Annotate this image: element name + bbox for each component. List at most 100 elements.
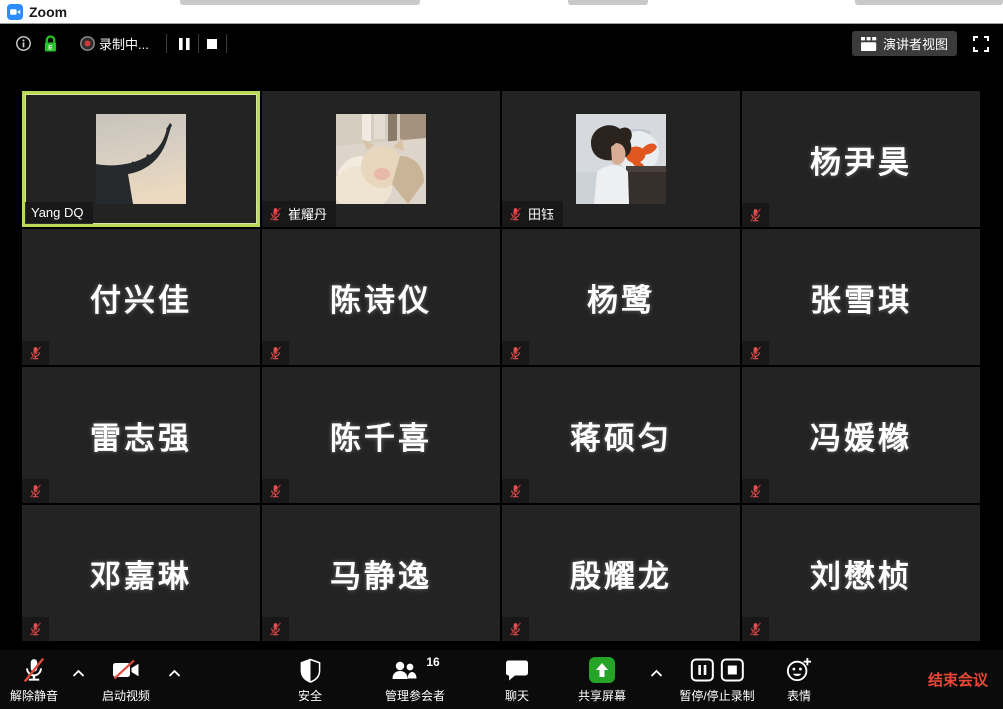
participant-tile[interactable]: 陈诗仪 bbox=[262, 229, 500, 365]
muted-mic-icon bbox=[508, 206, 523, 222]
unmute-label: 解除静音 bbox=[10, 687, 58, 704]
gallery-grid-icon bbox=[861, 37, 877, 51]
participant-name: Yang DQ bbox=[31, 205, 84, 220]
participant-name: 付兴佳 bbox=[22, 229, 260, 365]
participant-avatar bbox=[96, 114, 186, 204]
participant-tile[interactable]: Yang DQ bbox=[22, 91, 260, 227]
participant-name: 邓嘉琳 bbox=[22, 505, 260, 641]
participant-tile[interactable]: 冯媛橼 bbox=[742, 367, 980, 503]
window-title: Zoom bbox=[29, 4, 67, 20]
participant-name: 刘懋桢 bbox=[742, 505, 980, 641]
share-screen-label: 共享屏幕 bbox=[578, 687, 626, 704]
unmute-button[interactable]: 解除静音 bbox=[10, 655, 58, 704]
participant-tile[interactable]: 崔耀丹 bbox=[262, 91, 500, 227]
participant-avatar bbox=[576, 114, 666, 204]
muted-mic-icon bbox=[742, 203, 769, 227]
pause-stop-recording-label: 暂停/停止录制 bbox=[679, 687, 754, 704]
participant-name: 马静逸 bbox=[262, 505, 500, 641]
muted-mic-icon bbox=[262, 479, 289, 503]
divider bbox=[166, 34, 167, 53]
muted-mic-icon bbox=[502, 479, 529, 503]
participant-name: 雷志强 bbox=[22, 367, 260, 503]
speaker-view-label: 演讲者视图 bbox=[883, 34, 948, 53]
participant-tile[interactable]: 张雪琪 bbox=[742, 229, 980, 365]
muted-mic-icon bbox=[742, 479, 769, 503]
participant-name: 杨尹昊 bbox=[742, 91, 980, 227]
share-screen-button[interactable]: 共享屏幕 bbox=[578, 655, 626, 704]
muted-mic-icon bbox=[262, 617, 289, 641]
participants-count: 16 bbox=[426, 655, 439, 669]
background-window-shadow bbox=[568, 0, 648, 5]
meeting-bottom-toolbar: 解除静音 启动视频 安全 bbox=[0, 650, 1003, 709]
participant-tile[interactable]: 蒋硕匀 bbox=[502, 367, 740, 503]
participant-tile[interactable]: 付兴佳 bbox=[22, 229, 260, 365]
muted-mic-icon bbox=[502, 617, 529, 641]
zoom-logo-icon bbox=[7, 4, 23, 20]
participant-name: 蒋硕匀 bbox=[502, 367, 740, 503]
end-meeting-button[interactable]: 结束会议 bbox=[928, 650, 988, 709]
stop-icon[interactable] bbox=[720, 658, 744, 682]
participant-tile[interactable]: 刘懋桢 bbox=[742, 505, 980, 641]
divider bbox=[198, 34, 199, 53]
fullscreen-icon[interactable] bbox=[971, 34, 991, 54]
participant-tile[interactable]: 杨尹昊 bbox=[742, 91, 980, 227]
pause-stop-recording-button[interactable]: 暂停/停止录制 bbox=[679, 655, 754, 704]
muted-mic-icon bbox=[268, 206, 283, 222]
participant-tile[interactable]: 陈千喜 bbox=[262, 367, 500, 503]
muted-mic-icon bbox=[22, 479, 49, 503]
video-options-chevron-up-icon[interactable] bbox=[166, 666, 182, 680]
start-video-button[interactable]: 启动视频 bbox=[102, 655, 150, 704]
participant-name: 田钰 bbox=[528, 204, 554, 223]
participant-name-label: Yang DQ bbox=[25, 202, 93, 224]
participant-name: 冯媛橼 bbox=[742, 367, 980, 503]
participant-tile[interactable]: 殷耀龙 bbox=[502, 505, 740, 641]
chat-button[interactable]: 聊天 bbox=[505, 655, 530, 704]
encryption-lock-icon[interactable]: E bbox=[40, 25, 60, 62]
meeting-top-toolbar: E 录制中... 演讲者视图 bbox=[0, 25, 1003, 62]
participant-tile[interactable]: 杨鹭 bbox=[502, 229, 740, 365]
divider bbox=[226, 34, 227, 53]
participant-tile[interactable]: 雷志强 bbox=[22, 367, 260, 503]
participant-avatar bbox=[336, 114, 426, 204]
chat-label: 聊天 bbox=[505, 687, 529, 704]
stop-recording-icon[interactable] bbox=[201, 25, 223, 62]
start-video-label: 启动视频 bbox=[102, 687, 150, 704]
muted-mic-icon bbox=[742, 341, 769, 365]
participant-name: 陈诗仪 bbox=[262, 229, 500, 365]
pause-icon[interactable] bbox=[690, 658, 714, 682]
participant-tile[interactable]: 邓嘉琳 bbox=[22, 505, 260, 641]
participant-name-label: 崔耀丹 bbox=[262, 201, 336, 227]
chat-bubble-icon bbox=[505, 655, 530, 685]
participant-name: 殷耀龙 bbox=[502, 505, 740, 641]
security-button[interactable]: 安全 bbox=[298, 655, 322, 704]
participant-name: 杨鹭 bbox=[502, 229, 740, 365]
participant-tile[interactable]: 马静逸 bbox=[262, 505, 500, 641]
share-options-chevron-up-icon[interactable] bbox=[648, 666, 664, 680]
reactions-button[interactable]: 表情 bbox=[786, 655, 812, 704]
window-title-bar: Zoom bbox=[0, 0, 1003, 24]
security-label: 安全 bbox=[298, 687, 322, 704]
manage-participants-button[interactable]: 16 管理参会者 bbox=[385, 655, 445, 704]
video-grid: Yang DQ bbox=[22, 91, 980, 641]
muted-mic-icon bbox=[262, 341, 289, 365]
meeting-info-icon[interactable] bbox=[13, 25, 33, 62]
participant-name: 崔耀丹 bbox=[288, 204, 327, 223]
audio-options-chevron-up-icon[interactable] bbox=[70, 666, 86, 680]
muted-mic-icon bbox=[22, 617, 49, 641]
pause-recording-icon[interactable] bbox=[173, 25, 195, 62]
background-window-shadow bbox=[180, 0, 420, 5]
smiley-plus-icon bbox=[786, 655, 812, 685]
recording-status-text: 录制中... bbox=[99, 25, 149, 62]
speaker-view-button[interactable]: 演讲者视图 bbox=[852, 31, 957, 56]
shield-icon bbox=[298, 655, 321, 685]
reactions-label: 表情 bbox=[787, 687, 811, 704]
participants-icon bbox=[390, 658, 418, 682]
share-screen-icon bbox=[589, 657, 615, 683]
muted-mic-icon bbox=[502, 341, 529, 365]
participant-tile[interactable]: 田钰 bbox=[502, 91, 740, 227]
mic-muted-icon bbox=[21, 655, 47, 685]
manage-participants-label: 管理参会者 bbox=[385, 687, 445, 704]
muted-mic-icon bbox=[742, 617, 769, 641]
recording-dot-icon bbox=[77, 25, 97, 62]
muted-mic-icon bbox=[22, 341, 49, 365]
